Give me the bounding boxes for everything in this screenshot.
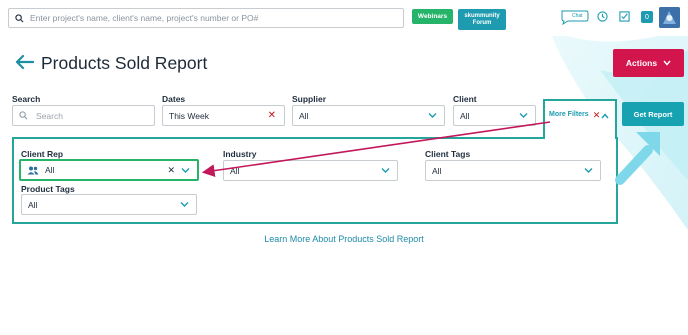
client-filter-label: Client [453, 94, 477, 104]
client-tags-select[interactable]: All [425, 160, 601, 181]
chevron-down-icon [519, 113, 528, 118]
chat-button[interactable]: Chat [560, 9, 590, 26]
learn-more-link[interactable]: Learn More About Products Sold Report [0, 234, 688, 244]
search-filter-label: Search [12, 94, 41, 104]
actions-button[interactable]: Actions [613, 49, 684, 77]
client-rep-label: Client Rep [21, 149, 64, 159]
users-icon [27, 166, 39, 174]
client-rep-select[interactable]: All ✕ [19, 159, 199, 181]
product-tags-value: All [28, 199, 38, 210]
chevron-down-icon [181, 168, 190, 173]
product-tags-label: Product Tags [21, 184, 75, 194]
user-avatar-icon [659, 7, 680, 28]
client-tags-label: Client Tags [425, 149, 471, 159]
dates-filter-field[interactable]: This Week ✕ [162, 105, 285, 126]
chat-label: Chat [572, 13, 583, 19]
forum-button[interactable]: skummunity Forum [458, 9, 506, 30]
global-search-input[interactable] [30, 13, 390, 23]
client-filter-select[interactable]: All [453, 105, 536, 126]
supplier-filter-label: Supplier [292, 94, 327, 104]
chevron-down-icon [663, 60, 671, 66]
dates-filter-label: Dates [162, 94, 186, 104]
supplier-filter-select[interactable]: All [292, 105, 445, 126]
back-arrow-icon[interactable] [14, 54, 34, 70]
dates-filter-value: This Week [169, 110, 209, 121]
product-tags-select[interactable]: All [21, 194, 197, 215]
chevron-down-icon [180, 202, 189, 207]
global-search[interactable] [8, 8, 404, 28]
get-report-button[interactable]: Get Report [622, 102, 684, 126]
search-filter-placeholder: Search [36, 110, 63, 121]
clear-dates-icon[interactable]: ✕ [268, 110, 276, 121]
tasks-icon[interactable] [619, 11, 630, 22]
actions-label: Actions [625, 58, 658, 68]
clear-more-filters-icon[interactable]: ✕ [593, 111, 601, 120]
client-filter-value: All [460, 110, 470, 121]
clock-icon[interactable] [597, 11, 608, 22]
search-filter-field[interactable]: Search [12, 105, 155, 126]
search-icon [15, 13, 24, 22]
industry-value: All [230, 165, 240, 176]
chevron-up-icon [601, 113, 609, 119]
forum-label-line1: skummunity [464, 12, 500, 19]
notifications-badge[interactable]: 0 [641, 11, 653, 23]
client-rep-value: All [45, 165, 55, 175]
clear-client-rep-icon[interactable]: ✕ [167, 165, 175, 176]
chevron-down-icon [428, 113, 437, 118]
chevron-down-icon [381, 168, 390, 173]
more-filters-toggle[interactable]: More Filters ✕ [543, 99, 617, 139]
avatar[interactable] [659, 7, 680, 28]
webinars-button[interactable]: Webinars [412, 9, 453, 24]
top-bar: Webinars skummunity Forum Chat 0 [0, 0, 688, 36]
industry-select[interactable]: All [223, 160, 398, 181]
forum-label-line2: Forum [472, 19, 492, 26]
client-tags-value: All [432, 165, 442, 176]
more-filters-label: More Filters [549, 111, 589, 118]
supplier-filter-value: All [299, 110, 309, 121]
search-icon [19, 111, 28, 120]
chevron-down-icon [584, 168, 593, 173]
page-title: Products Sold Report [41, 53, 208, 73]
industry-label: Industry [223, 149, 257, 159]
